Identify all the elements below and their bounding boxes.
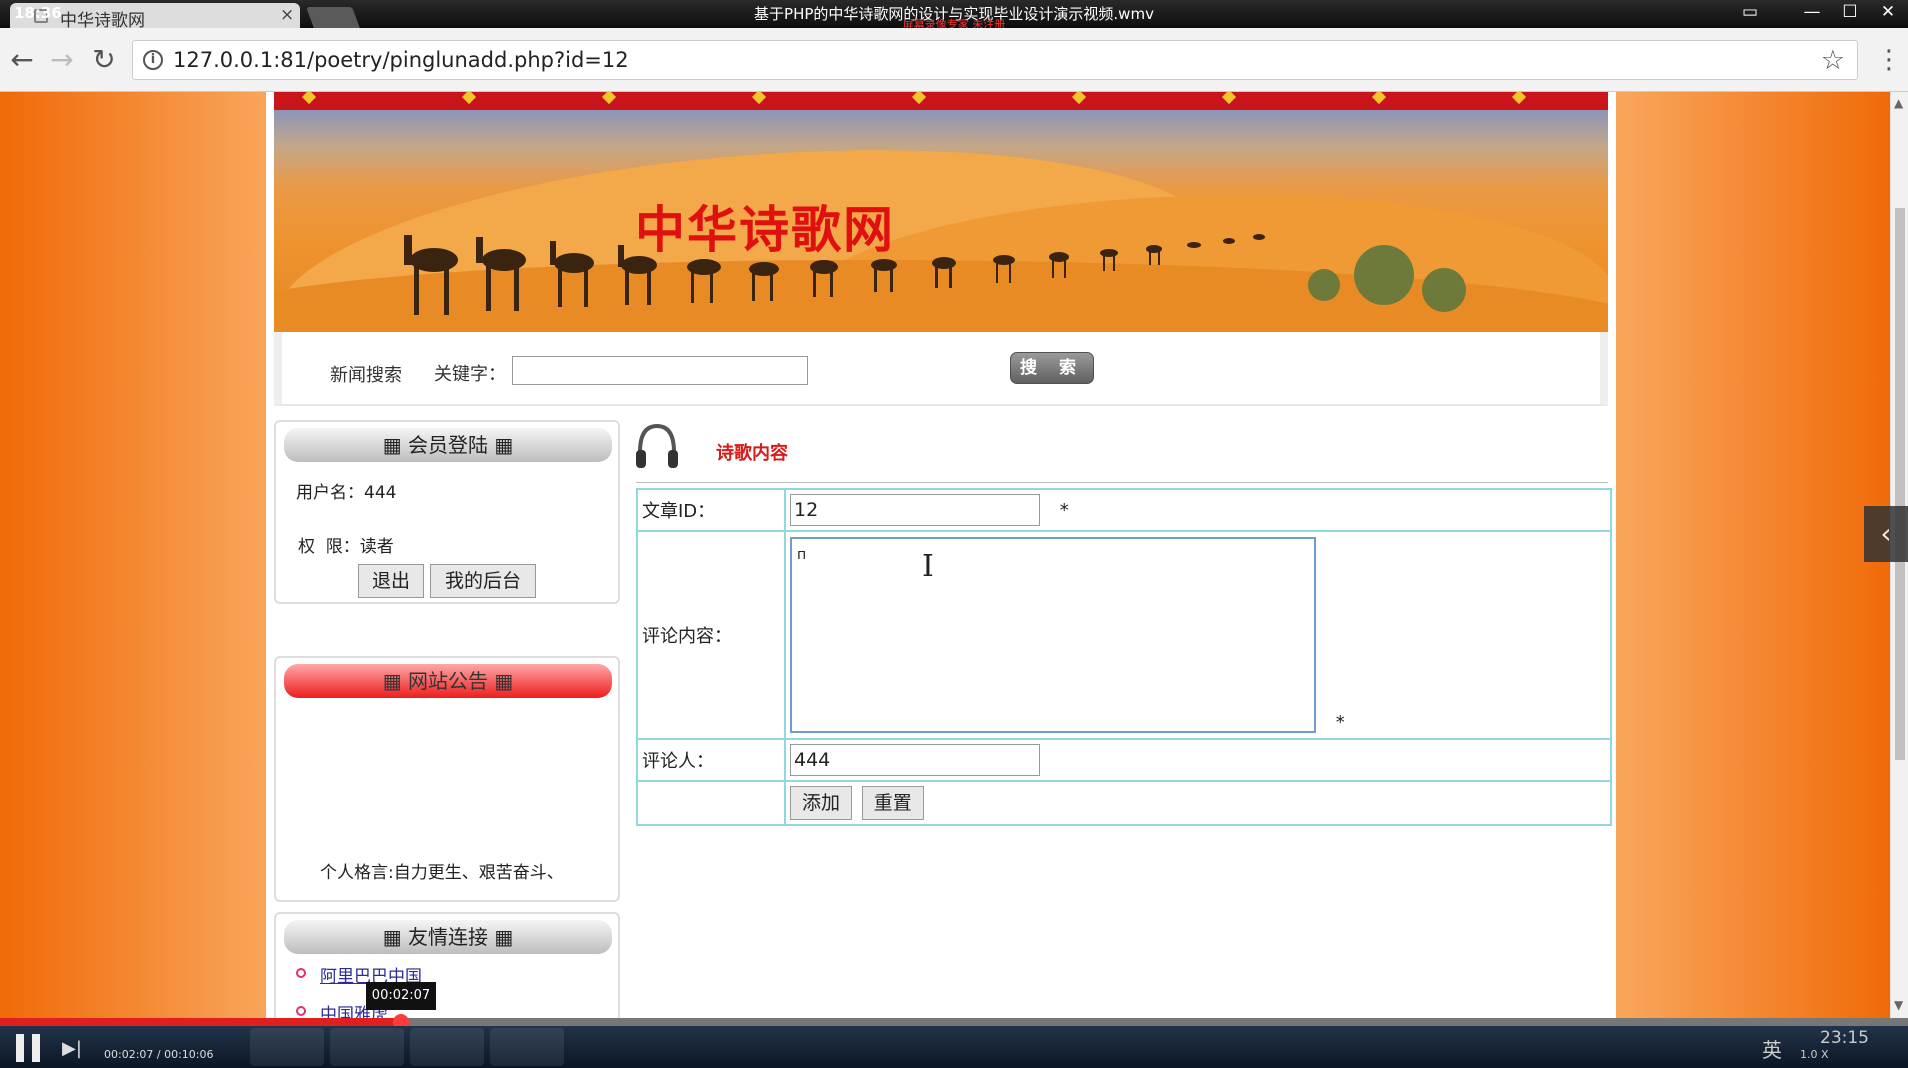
bullet-icon [296,1006,306,1016]
playback-progress[interactable] [0,1014,1908,1030]
search-button[interactable]: 搜 索 [1010,352,1094,384]
divider [636,482,1608,483]
comment-form: 文章ID： 12 * 评论内容： п I * 评论人： 444 添加 重置 [636,488,1612,826]
browser-toolbar: ← → ↻ i 127.0.0.1:81/poetry/pinglunadd.p… [0,28,1908,92]
role-line: 权 限：读者 [298,537,394,557]
progress-fill [0,1018,401,1026]
notice-box-header: ▦ 网站公告 ▦ [284,664,612,698]
content-title: 诗歌内容 [716,443,788,464]
grid-icon: ▦ [488,925,514,949]
page-viewport: 中华诗歌网 新闻搜索 关键字： 搜 索 ▦ 会员登陆 ▦ 用户名：444 权 限… [0,92,1890,1018]
taskbar-app-icon[interactable] [330,1028,404,1066]
scroll-down-icon[interactable]: ▼ [1894,998,1903,1012]
scroll-up-icon[interactable]: ▲ [1894,96,1903,110]
comment-label: 评论内容： [636,530,786,740]
tray-ime-indicator[interactable]: 英 [1762,1034,1782,1063]
empty-cell [636,780,786,826]
headphone-icon [636,423,678,468]
maximize-icon[interactable]: ☐ [1830,2,1870,26]
url-text[interactable]: 127.0.0.1:81/poetry/pinglunadd.php?id=12 [173,48,629,72]
reset-button[interactable]: 重置 [861,786,924,820]
info-icon[interactable]: i [143,50,163,70]
notice-box: ▦ 网站公告 ▦ 个人格言:自力更生、艰苦奋斗、 [274,656,620,902]
login-box-header: ▦ 会员登陆 ▦ [284,428,612,462]
page-container: 中华诗歌网 新闻搜索 关键字： 搜 索 ▦ 会员登陆 ▦ 用户名：444 权 限… [266,92,1616,1018]
player-title-bar: 中华诗歌网 × 18:36 基于PHP的中华诗歌网的设计与实现毕业设计演示视频.… [0,0,1908,31]
taskbar-folder-icon[interactable] [250,1028,324,1066]
site-banner: 中华诗歌网 [274,110,1608,332]
top-nav-strip [274,92,1608,110]
login-box: ▦ 会员登陆 ▦ 用户名：444 权 限：读者 退出 我的后台 [274,420,620,604]
links-box-header: ▦ 友情连接 ▦ [284,920,612,954]
bullet-icon [296,968,306,978]
links-box: ▦ 友情连接 ▦ 阿里巴巴中国 中国雅虎 [274,912,620,1018]
comment-textarea[interactable]: п I [790,537,1316,733]
username-line: 用户名：444 [296,483,397,503]
reload-icon[interactable]: ↻ [86,42,122,78]
comment-text: п [797,547,807,563]
time-tooltip: 00:02:07 [366,982,436,1010]
restore-icon[interactable]: ▭ [1730,2,1770,26]
taskbar: ▶| 00:02:07 / 00:10:06 英 23:15 1.0 X [0,1026,1908,1068]
address-bar[interactable]: i 127.0.0.1:81/poetry/pinglunadd.php?id=… [132,40,1858,80]
bookmark-star-icon[interactable]: ☆ [1821,45,1845,76]
time-readout: 00:02:07 / 00:10:06 [104,1048,214,1061]
pause-icon[interactable] [10,1034,46,1062]
commenter-input[interactable]: 444 [790,744,1040,776]
grid-icon: ▦ [382,433,408,457]
grid-icon: ▦ [382,669,408,693]
commenter-label: 评论人： [636,738,786,782]
back-icon[interactable]: ← [4,42,40,78]
logout-button[interactable]: 退出 [358,564,424,598]
text-cursor-icon: I [922,549,934,584]
scroll-thumb[interactable] [1895,208,1905,760]
tray-clock: 23:15 [1820,1028,1869,1048]
required-mark: * [1335,712,1345,733]
close-icon[interactable]: ✕ [1868,2,1908,26]
forward-icon[interactable]: → [44,42,80,78]
tray-speed: 1.0 X [1800,1048,1829,1061]
site-title: 中华诗歌网 [635,200,895,259]
grid-icon: ▦ [382,925,408,949]
minimize-icon[interactable]: — [1792,2,1832,26]
taskbar-recorder-icon[interactable] [410,1028,484,1066]
grid-icon: ▦ [488,433,514,457]
search-label: 新闻搜索 [330,365,402,386]
camel-caravan-image [404,234,1466,315]
article-id-input[interactable]: 12 [790,494,1040,526]
grid-icon: ▦ [488,669,514,693]
search-bar: 新闻搜索 关键字： 搜 索 [274,332,1608,406]
browser-menu-icon[interactable]: ⋮ [1876,42,1902,78]
side-panel-chevron-icon[interactable]: ‹ [1864,506,1908,562]
notice-text: 个人格言:自力更生、艰苦奋斗、 [320,863,564,883]
required-mark: * [1059,499,1069,521]
article-id-label: 文章ID： [636,488,786,532]
add-button[interactable]: 添加 [790,786,852,820]
my-backend-button[interactable]: 我的后台 [430,564,536,598]
keyword-label: 关键字： [434,364,506,385]
taskbar-chrome-icon[interactable] [490,1028,564,1066]
keyword-input[interactable] [512,356,808,385]
next-icon[interactable]: ▶| [62,1038,82,1059]
